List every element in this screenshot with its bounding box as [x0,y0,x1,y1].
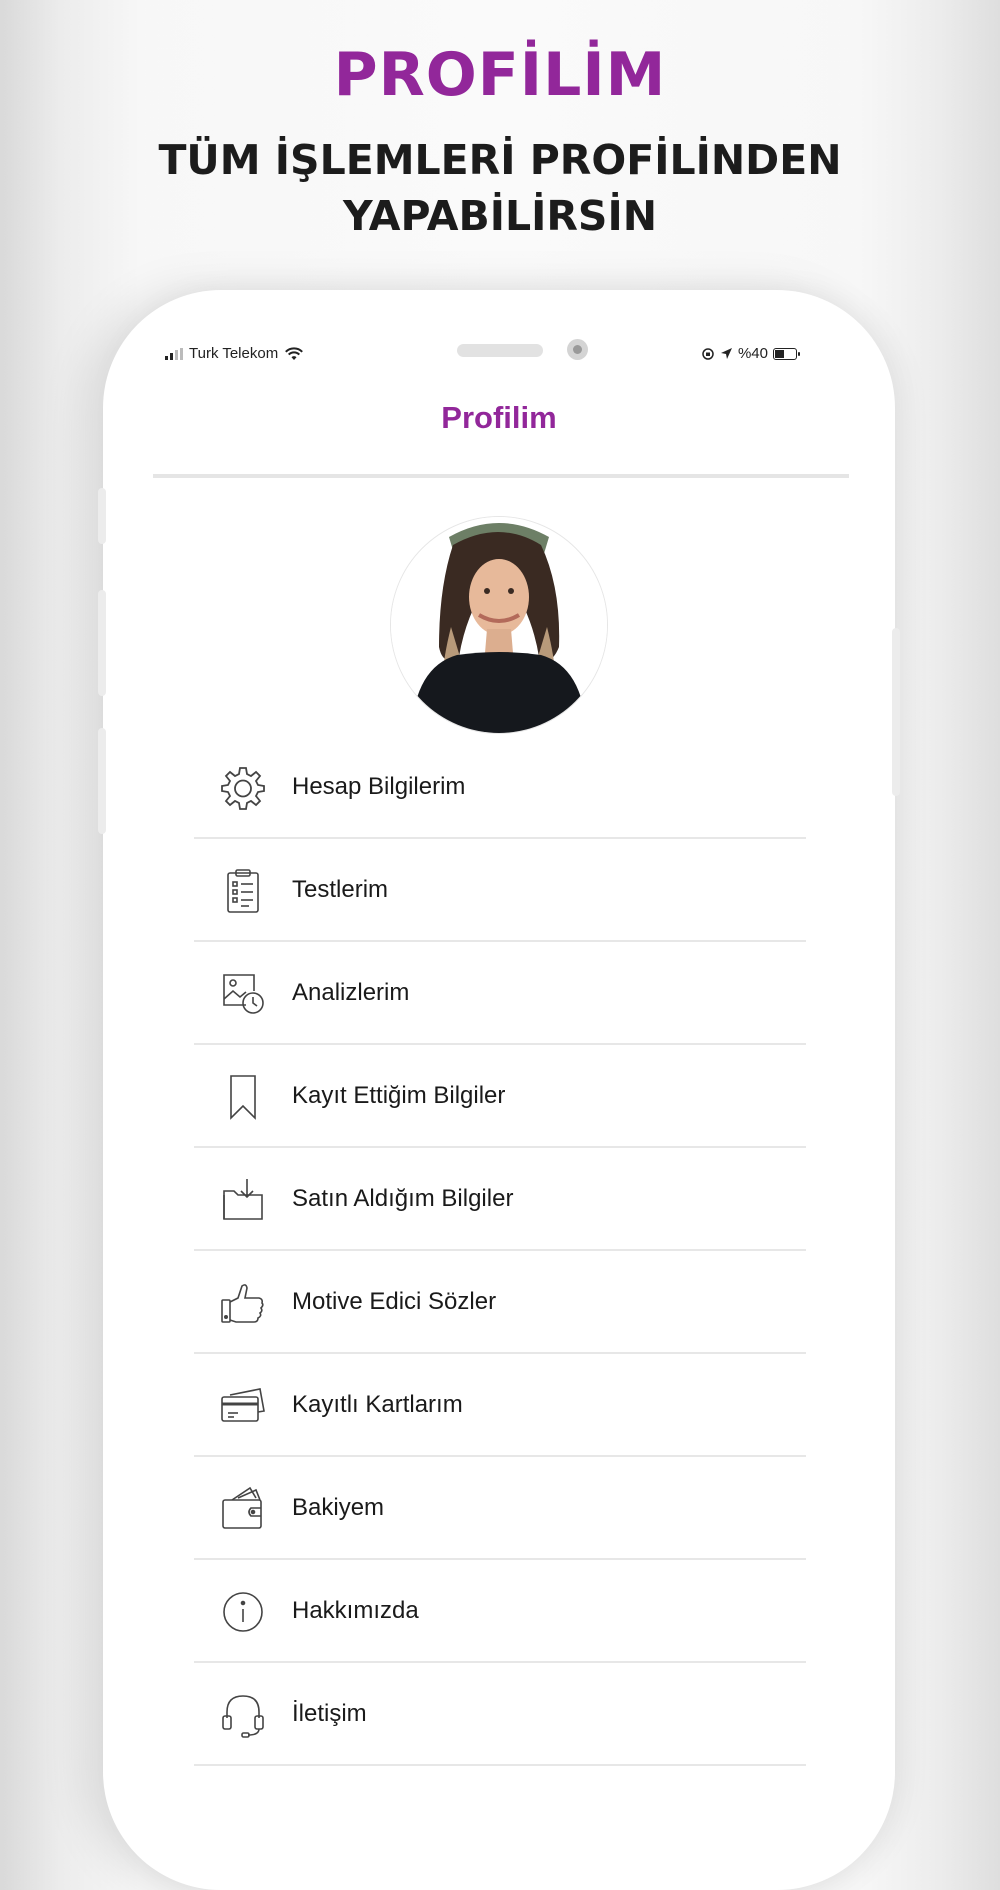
nav-divider [153,474,849,478]
speaker-grille [457,344,543,357]
battery-icon [773,347,800,360]
avatar[interactable] [390,516,608,734]
menu-item-kayit-ettigim-bilgiler[interactable]: Kayıt Ettiğim Bilgiler [194,1045,806,1148]
status-bar-right: %40 [701,345,800,362]
menu-item-label: Hakkımızda [292,1597,419,1624]
profile-photo [391,517,607,733]
volume-down-button [98,728,106,834]
location-icon [720,348,732,359]
menu-item-label: Testlerim [292,876,389,903]
banner-title: PROFİLİM [333,40,667,110]
menu-item-iletisim[interactable]: İletişim [194,1663,806,1766]
status-bar-left: Turk Telekom [165,345,304,362]
menu-item-motive-edici-sozler[interactable]: Motive Edici Sözler [194,1251,806,1354]
menu-item-label: Bakiyem [292,1494,385,1521]
thumbs-up-icon [221,1284,264,1323]
image-clock-icon [223,974,264,1014]
menu-item-label: Motive Edici Sözler [292,1288,497,1315]
wifi-icon [285,346,304,360]
menu-item-label: Kayıt Ettiğim Bilgiler [292,1082,506,1109]
battery-percent: %40 [737,345,768,362]
signal-icon [165,347,183,360]
menu-item-label: İletişim [292,1700,367,1727]
mute-switch [98,488,106,544]
credit-cards-icon [221,1388,265,1422]
headset-icon [222,1695,264,1738]
wallet-icon [222,1486,262,1529]
bookmark-icon [230,1075,256,1120]
clipboard-checklist-icon [227,869,259,913]
download-folder-icon [223,1179,263,1220]
power-button [892,628,900,796]
menu-item-satin-aldigim-bilgiler[interactable]: Satın Aldığım Bilgiler [194,1148,806,1251]
menu-item-label: Satın Aldığım Bilgiler [292,1185,514,1212]
menu-item-hesap-bilgilerim[interactable]: Hesap Bilgilerim [194,736,806,839]
volume-up-button [98,590,106,696]
nav-title: Profilim [441,400,557,435]
carrier-name: Turk Telekom [189,345,279,362]
menu-item-kayitli-kartlarim[interactable]: Kayıtlı Kartlarım [194,1354,806,1457]
banner-subtitle-line1: TÜM İŞLEMLERİ PROFİLİNDEN [158,136,842,184]
gear-icon [221,767,265,810]
orientation-lock-icon [702,347,714,360]
menu-item-label: Hesap Bilgilerim [292,773,466,800]
banner-subtitle: TÜM İŞLEMLERİ PROFİLİNDEN YAPABİLİRSİN [0,132,1000,244]
info-icon [223,1592,263,1632]
menu-item-testlerim[interactable]: Testlerim [194,839,806,942]
menu-item-bakiyem[interactable]: Bakiyem [194,1457,806,1560]
front-camera [567,339,588,360]
menu-item-label: Analizlerim [292,979,410,1006]
menu-item-analizlerim[interactable]: Analizlerim [194,942,806,1045]
menu-item-label: Kayıtlı Kartlarım [292,1391,463,1418]
profile-menu: Hesap Bilgilerim Testlerim Analizlerim K… [194,736,806,1766]
banner-subtitle-line2: YAPABİLİRSİN [342,192,658,240]
menu-item-hakkimizda[interactable]: Hakkımızda [194,1560,806,1663]
